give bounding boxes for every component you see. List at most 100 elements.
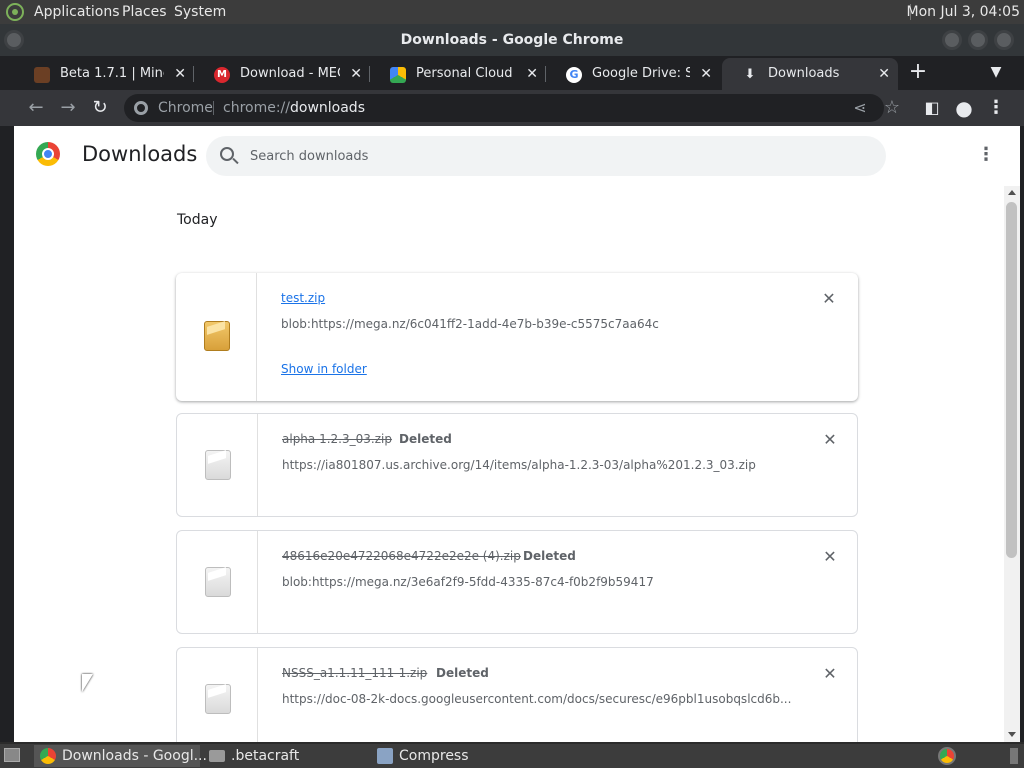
download-status: Deleted bbox=[399, 432, 452, 446]
browser-toolbar: ← → ↻ Chrome chrome://downloads ⋖ ☆ ◧ ● … bbox=[0, 90, 1024, 126]
maximize-button[interactable] bbox=[968, 30, 988, 50]
download-filename: NSSS_a1.1.11_111-1.zip bbox=[282, 666, 428, 680]
search-icon[interactable] bbox=[220, 147, 234, 161]
download-icon: ⬇ bbox=[744, 67, 756, 82]
download-source-url[interactable]: https://ia801807.us.archive.org/14/items… bbox=[282, 458, 812, 472]
file-icon-column bbox=[177, 414, 258, 516]
chrome-menu-icon[interactable]: ⋮ bbox=[984, 96, 1008, 120]
close-icon[interactable]: ✕ bbox=[700, 58, 712, 90]
window-title: Downloads - Google Chrome bbox=[400, 32, 624, 48]
scrollbar-thumb[interactable] bbox=[1006, 202, 1017, 558]
tab-search-chevron-icon[interactable]: ▼ bbox=[984, 60, 1008, 84]
remove-from-list-close-icon[interactable]: ✕ bbox=[821, 291, 837, 307]
window-titlebar[interactable]: Downloads - Google Chrome bbox=[0, 24, 1024, 56]
taskbar-item-compress[interactable]: Compress bbox=[371, 745, 531, 767]
taskbar-item-betacraft[interactable]: .betacraft bbox=[203, 745, 363, 767]
remove-from-list-close-icon[interactable]: ✕ bbox=[822, 432, 838, 448]
share-icon[interactable]: ⋖ bbox=[848, 96, 872, 120]
tab-personal-cloud[interactable]: Personal Cloud Storage ✕ bbox=[370, 58, 546, 90]
back-arrow-icon[interactable]: ← bbox=[24, 96, 48, 120]
show-desktop-icon[interactable] bbox=[4, 748, 20, 762]
address-bar[interactable]: Chrome chrome://downloads bbox=[124, 94, 884, 122]
download-source-url[interactable]: https://doc-08-2k-docs.googleusercontent… bbox=[282, 692, 792, 706]
folder-icon bbox=[209, 750, 225, 762]
close-icon[interactable]: ✕ bbox=[526, 58, 538, 90]
system-menu[interactable]: System bbox=[174, 4, 226, 20]
tray-chrome-icon[interactable] bbox=[938, 747, 956, 765]
reload-icon[interactable]: ↻ bbox=[88, 96, 112, 120]
new-tab-plus-icon[interactable]: + bbox=[906, 60, 930, 84]
mouse-cursor-icon bbox=[82, 674, 93, 692]
download-item: alpha 1.2.3_03.zip Deleted https://ia801… bbox=[176, 413, 858, 517]
download-status: Deleted bbox=[523, 549, 576, 563]
omnibox-chrome-label: Chrome bbox=[158, 100, 213, 116]
close-window-button[interactable] bbox=[994, 30, 1014, 50]
download-item: 48616e20e4722068e4722e2e2e (4).zip Delet… bbox=[176, 530, 858, 634]
window-menu-button[interactable] bbox=[4, 30, 24, 50]
minimize-button[interactable] bbox=[942, 30, 962, 50]
scroll-down-arrow-icon[interactable] bbox=[1008, 732, 1016, 737]
tab-label: Beta 1.7.1 | Minecraft bbox=[60, 66, 164, 81]
date-heading: Today bbox=[177, 212, 218, 228]
download-source-url[interactable]: blob:https://mega.nz/3e6af2f9-5fdd-4335-… bbox=[282, 575, 792, 589]
bookmark-star-icon[interactable]: ☆ bbox=[880, 96, 904, 120]
generic-file-icon bbox=[205, 567, 231, 597]
download-status: Deleted bbox=[436, 666, 489, 680]
places-menu[interactable]: Places bbox=[122, 4, 167, 20]
file-icon-column bbox=[176, 273, 257, 401]
download-filename-link[interactable]: test.zip bbox=[281, 291, 325, 305]
archive-manager-icon bbox=[377, 748, 393, 764]
forward-arrow-icon[interactable]: → bbox=[56, 96, 80, 120]
omnibox-separator bbox=[213, 101, 214, 115]
google-favicon-icon: G bbox=[566, 67, 582, 83]
scroll-up-arrow-icon[interactable] bbox=[1008, 190, 1016, 195]
chrome-window: Downloads - Google Chrome Beta 1.7.1 | M… bbox=[0, 24, 1024, 742]
tab-label: Download - MEGA bbox=[240, 66, 340, 81]
downloads-list: Today test.zip blob:https://mega.nz/6c04… bbox=[14, 186, 1004, 742]
top-panel: Applications Places System Mon Jul 3, 04… bbox=[0, 0, 1024, 24]
search-input[interactable] bbox=[250, 146, 850, 166]
taskbar-item-chrome[interactable]: Downloads - Googl... bbox=[34, 745, 207, 767]
generic-file-icon bbox=[205, 684, 231, 714]
close-icon[interactable]: ✕ bbox=[174, 58, 186, 90]
remove-from-list-close-icon[interactable]: ✕ bbox=[822, 666, 838, 682]
chrome-site-icon bbox=[134, 101, 148, 115]
workspace-switcher[interactable] bbox=[1010, 748, 1018, 764]
url-scheme: chrome:// bbox=[223, 100, 290, 116]
page-scrollbar[interactable] bbox=[1004, 186, 1020, 742]
distro-logo-icon[interactable] bbox=[6, 3, 24, 21]
download-source-url[interactable]: blob:https://mega.nz/6c041ff2-1add-4e7b-… bbox=[281, 317, 791, 331]
applications-menu[interactable]: Applications bbox=[34, 4, 120, 20]
url-text[interactable]: chrome://downloads bbox=[223, 94, 365, 122]
download-item: NSSS_a1.1.11_111-1.zip Deleted https://d… bbox=[176, 647, 858, 742]
remove-from-list-close-icon[interactable]: ✕ bbox=[822, 549, 838, 565]
file-icon-column bbox=[177, 531, 258, 633]
taskbar-item-label: Compress bbox=[399, 748, 469, 764]
tab-label: Downloads bbox=[768, 66, 840, 81]
tab-strip: Beta 1.7.1 | Minecraft ✕ M Download - ME… bbox=[0, 56, 1024, 90]
close-icon[interactable]: ✕ bbox=[878, 58, 890, 90]
download-item: test.zip blob:https://mega.nz/6c041ff2-1… bbox=[176, 273, 858, 401]
profile-avatar-icon[interactable]: ● bbox=[952, 96, 976, 120]
more-actions-icon[interactable]: ⋮ bbox=[976, 142, 996, 168]
tab-minecraft[interactable]: Beta 1.7.1 | Minecraft ✕ bbox=[14, 58, 194, 90]
page-header: Downloads ⋮ bbox=[14, 126, 1020, 186]
google-drive-favicon-icon bbox=[390, 67, 406, 83]
mega-favicon-icon: M bbox=[214, 67, 230, 83]
minecraft-favicon-icon bbox=[34, 67, 50, 83]
tab-mega[interactable]: M Download - MEGA ✕ bbox=[194, 58, 370, 90]
close-icon[interactable]: ✕ bbox=[350, 58, 362, 90]
clock[interactable]: Mon Jul 3, 04:05 bbox=[907, 4, 1020, 20]
file-icon-column bbox=[177, 648, 258, 742]
tab-downloads[interactable]: ⬇ Downloads ✕ bbox=[722, 58, 898, 90]
tab-google-drive-signin[interactable]: G Google Drive: Sign-in ✕ bbox=[546, 58, 720, 90]
downloads-page: Downloads ⋮ Today test.zip blob:https://… bbox=[14, 126, 1020, 742]
url-path: downloads bbox=[290, 100, 365, 116]
tab-label: Personal Cloud Storage bbox=[416, 66, 516, 81]
side-panel-icon[interactable]: ◧ bbox=[920, 96, 944, 120]
zip-file-icon bbox=[204, 321, 230, 351]
download-filename: 48616e20e4722068e4722e2e2e (4).zip bbox=[282, 549, 521, 563]
chrome-icon bbox=[40, 748, 56, 764]
search-box[interactable] bbox=[206, 136, 886, 176]
show-in-folder-link[interactable]: Show in folder bbox=[281, 362, 367, 376]
